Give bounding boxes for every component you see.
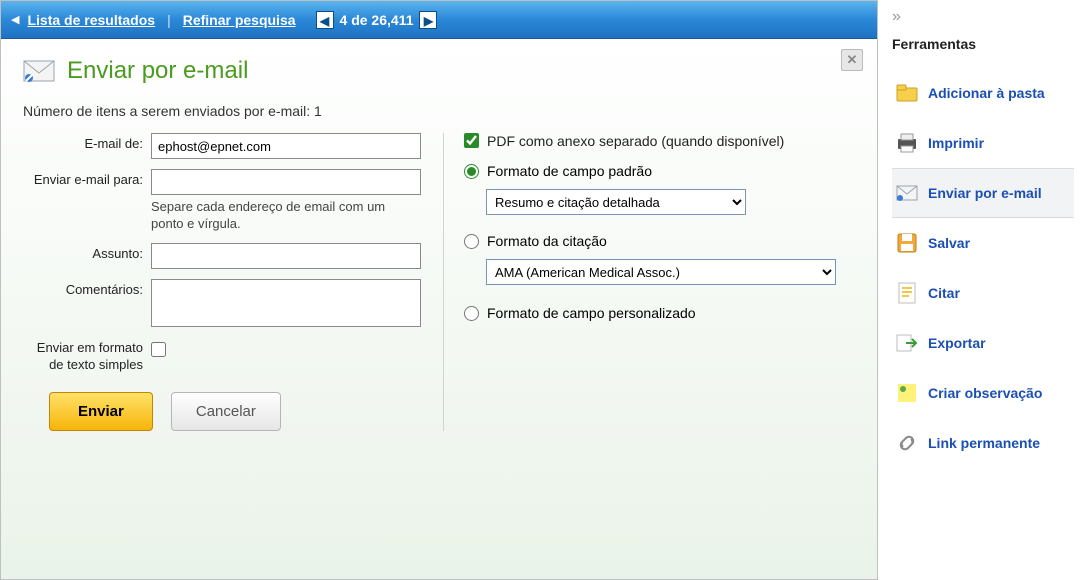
pager-next-button[interactable]: ▶ <box>419 11 437 29</box>
to-label: Enviar e-mail para: <box>23 169 151 233</box>
tool-label: Enviar por e-mail <box>928 185 1042 201</box>
pdf-attachment-checkbox[interactable] <box>464 133 479 148</box>
tool-label: Imprimir <box>928 135 984 151</box>
format-custom-label: Formato de campo personalizado <box>487 305 696 321</box>
to-input[interactable] <box>151 169 421 195</box>
pager-position-text: 4 de 26,411 <box>340 12 414 28</box>
add-folder-icon <box>896 83 918 103</box>
email-form-left: E-mail de: Enviar e-mail para: Separe ca… <box>23 133 443 431</box>
sidebar-title: Ferramentas <box>892 36 1074 52</box>
results-list-link[interactable]: Lista de resultados <box>27 12 155 28</box>
subject-label: Assunto: <box>23 243 151 269</box>
print-icon <box>896 133 918 153</box>
collapse-chevron-icon[interactable]: » <box>892 8 1074 26</box>
top-bar: ◀ Lista de resultados | Refinar pesquisa… <box>1 1 877 39</box>
comments-label: Comentários: <box>23 279 151 330</box>
standard-format-select[interactable]: Resumo e citação detalhada <box>486 189 746 215</box>
comments-textarea[interactable] <box>151 279 421 327</box>
tool-note[interactable]: Criar observação <box>892 368 1074 418</box>
tool-label: Criar observação <box>928 385 1042 401</box>
export-icon <box>896 333 918 353</box>
email-dialog: ✕ Enviar por e-mail Número de itens a se… <box>1 39 877 579</box>
pdf-attachment-label: PDF como anexo separado (quando disponív… <box>487 133 784 149</box>
subject-input[interactable] <box>151 243 421 269</box>
from-label: E-mail de: <box>23 133 151 159</box>
format-standard-radio[interactable] <box>464 164 479 179</box>
format-citation-label: Formato da citação <box>487 233 607 249</box>
tool-email[interactable]: Enviar por e-mail <box>892 168 1074 218</box>
tool-label: Link permanente <box>928 435 1040 451</box>
cancel-button[interactable]: Cancelar <box>171 392 281 431</box>
tool-label: Citar <box>928 285 960 301</box>
format-standard-label: Formato de campo padrão <box>487 163 652 179</box>
from-input[interactable] <box>151 133 421 159</box>
email-form-right: PDF como anexo separado (quando disponív… <box>443 133 855 431</box>
tool-label: Adicionar à pasta <box>928 85 1045 101</box>
plaintext-label: Enviar em formato de texto simples <box>23 340 151 374</box>
citation-format-select[interactable]: AMA (American Medical Assoc.) <box>486 259 836 285</box>
permalink-icon <box>896 433 918 453</box>
email-icon <box>896 183 918 203</box>
item-count-text: Número de itens a serem enviados por e-m… <box>23 103 855 119</box>
back-triangle-icon: ◀ <box>11 13 19 26</box>
to-hint: Separe cada endereço de email com um pon… <box>151 199 421 233</box>
tool-permalink[interactable]: Link permanente <box>892 418 1074 468</box>
tool-label: Exportar <box>928 335 986 351</box>
tool-add-folder[interactable]: Adicionar à pasta <box>892 68 1074 118</box>
save-icon <box>896 233 918 253</box>
format-citation-radio[interactable] <box>464 234 479 249</box>
send-button[interactable]: Enviar <box>49 392 153 431</box>
tool-export[interactable]: Exportar <box>892 318 1074 368</box>
tool-label: Salvar <box>928 235 970 251</box>
plaintext-checkbox[interactable] <box>151 342 166 357</box>
dialog-title: Enviar por e-mail <box>67 57 248 85</box>
tool-print[interactable]: Imprimir <box>892 118 1074 168</box>
refine-search-link[interactable]: Refinar pesquisa <box>183 12 296 28</box>
tool-cite[interactable]: Citar <box>892 268 1074 318</box>
note-icon <box>896 383 918 403</box>
close-button[interactable]: ✕ <box>841 49 863 71</box>
format-custom-radio[interactable] <box>464 306 479 321</box>
tools-sidebar: » Ferramentas Adicionar à pasta Imprimir E… <box>878 0 1080 580</box>
envelope-icon <box>23 58 57 84</box>
cite-icon <box>896 283 918 303</box>
tool-save[interactable]: Salvar <box>892 218 1074 268</box>
main-panel: ◀ Lista de resultados | Refinar pesquisa… <box>0 0 878 580</box>
divider: | <box>167 12 171 28</box>
pager-prev-button[interactable]: ◀ <box>316 11 334 29</box>
record-pager: ◀ 4 de 26,411 ▶ <box>316 11 438 29</box>
